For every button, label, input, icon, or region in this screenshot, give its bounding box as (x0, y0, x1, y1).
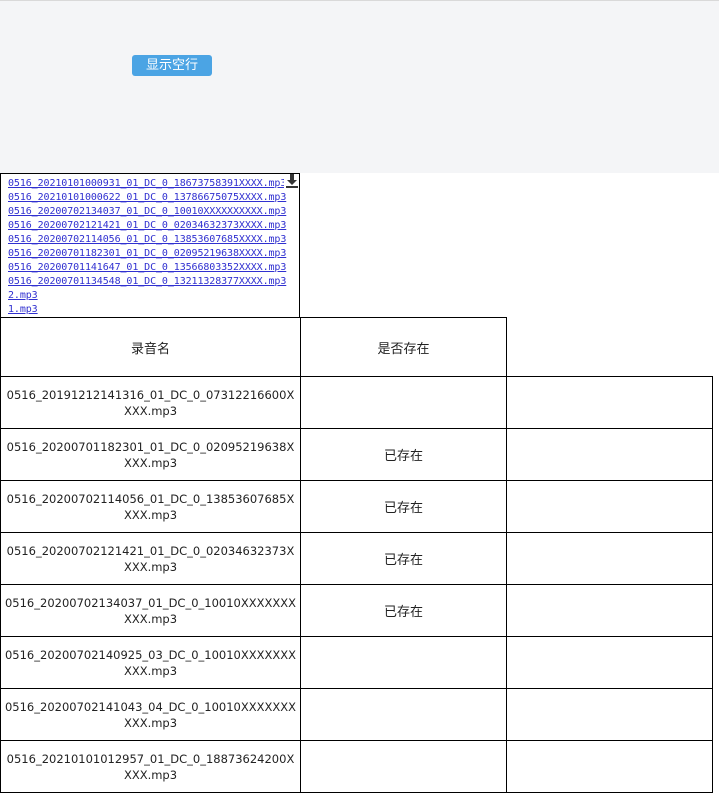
exists-status-cell (300, 376, 507, 429)
file-link[interactable]: 0516_20200702134037_01_DC_0_10010XXXXXXX… (8, 205, 299, 219)
file-link[interactable]: 0516_20200701134548_01_DC_0_13211328377X… (8, 275, 299, 289)
table-row: 0516_20200702140925_03_DC_0_10010XXXXXXX… (0, 636, 713, 689)
table-header-row: 录音名 是否存在 (0, 317, 713, 377)
recording-name-cell: 0516_20200702121421_01_DC_0_02034632373X… (0, 532, 301, 585)
extra-cell (506, 584, 713, 637)
file-link[interactable]: 0516_20210101000931_01_DC_0_18673758391X… (8, 177, 299, 191)
recording-name-cell: 0516_20200702114056_01_DC_0_13853607685X… (0, 480, 301, 533)
extra-cell (506, 740, 713, 793)
recording-name-cell: 0516_20210101012957_01_DC_0_18873624200X… (0, 740, 301, 793)
file-link[interactable]: 0516_20200702114056_01_DC_0_13853607685X… (8, 233, 299, 247)
column-header-exists: 是否存在 (300, 317, 507, 377)
table-row: 0516_20210101012957_01_DC_0_18873624200X… (0, 740, 713, 793)
table-row: 0516_20200702141043_04_DC_0_10010XXXXXXX… (0, 688, 713, 741)
exists-status-cell: 已存在 (300, 532, 507, 585)
recording-name-cell: 0516_20200701182301_01_DC_0_02095219638X… (0, 428, 301, 481)
table-row: 0516_20200702121421_01_DC_0_02034632373X… (0, 532, 713, 585)
table-row: 0516_20200701182301_01_DC_0_02095219638X… (0, 428, 713, 481)
extra-cell (506, 480, 713, 533)
table-row: 0516_20200702134037_01_DC_0_10010XXXXXXX… (0, 584, 713, 637)
exists-status-cell: 已存在 (300, 584, 507, 637)
column-header-name: 录音名 (0, 317, 301, 377)
extra-cell (506, 376, 713, 429)
exists-status-cell (300, 688, 507, 741)
file-list-box: 0516_20210101000931_01_DC_0_18673758391X… (0, 173, 300, 318)
recordings-table: 录音名 是否存在 0516_20191212141316_01_DC_0_073… (0, 317, 713, 793)
recording-name-cell: 0516_20200702141043_04_DC_0_10010XXXXXXX… (0, 688, 301, 741)
file-link[interactable]: 0516_20200701182301_01_DC_0_02095219638X… (8, 247, 299, 261)
column-header-empty (507, 318, 713, 377)
extra-cell (506, 428, 713, 481)
file-link[interactable]: 0516_20200702121421_01_DC_0_02034632373X… (8, 219, 299, 233)
exists-status-cell (300, 740, 507, 793)
file-link[interactable]: 1.mp3 (8, 303, 299, 317)
table-row: 0516_20191212141316_01_DC_0_07312216600X… (0, 376, 713, 429)
extra-cell (506, 688, 713, 741)
file-link[interactable]: 0516_20200701141647_01_DC_0_13566803352X… (8, 261, 299, 275)
extra-cell (506, 636, 713, 689)
recording-name-cell: 0516_20191212141316_01_DC_0_07312216600X… (0, 376, 301, 429)
table-row: 0516_20200702114056_01_DC_0_13853607685X… (0, 480, 713, 533)
show-empty-rows-button[interactable]: 显示空行 (132, 55, 212, 76)
extra-cell (506, 532, 713, 585)
file-link[interactable]: 2.mp3 (8, 289, 299, 303)
top-panel: 显示空行 (0, 0, 719, 173)
exists-status-cell (300, 636, 507, 689)
file-link-list: 0516_20210101000931_01_DC_0_18673758391X… (8, 177, 299, 317)
exists-status-cell: 已存在 (300, 480, 507, 533)
download-icon[interactable] (284, 173, 300, 189)
file-link[interactable]: 0516_20210101000622_01_DC_0_13786675075X… (8, 191, 299, 205)
exists-status-cell: 已存在 (300, 428, 507, 481)
recording-name-cell: 0516_20200702134037_01_DC_0_10010XXXXXXX… (0, 584, 301, 637)
recording-name-cell: 0516_20200702140925_03_DC_0_10010XXXXXXX… (0, 636, 301, 689)
